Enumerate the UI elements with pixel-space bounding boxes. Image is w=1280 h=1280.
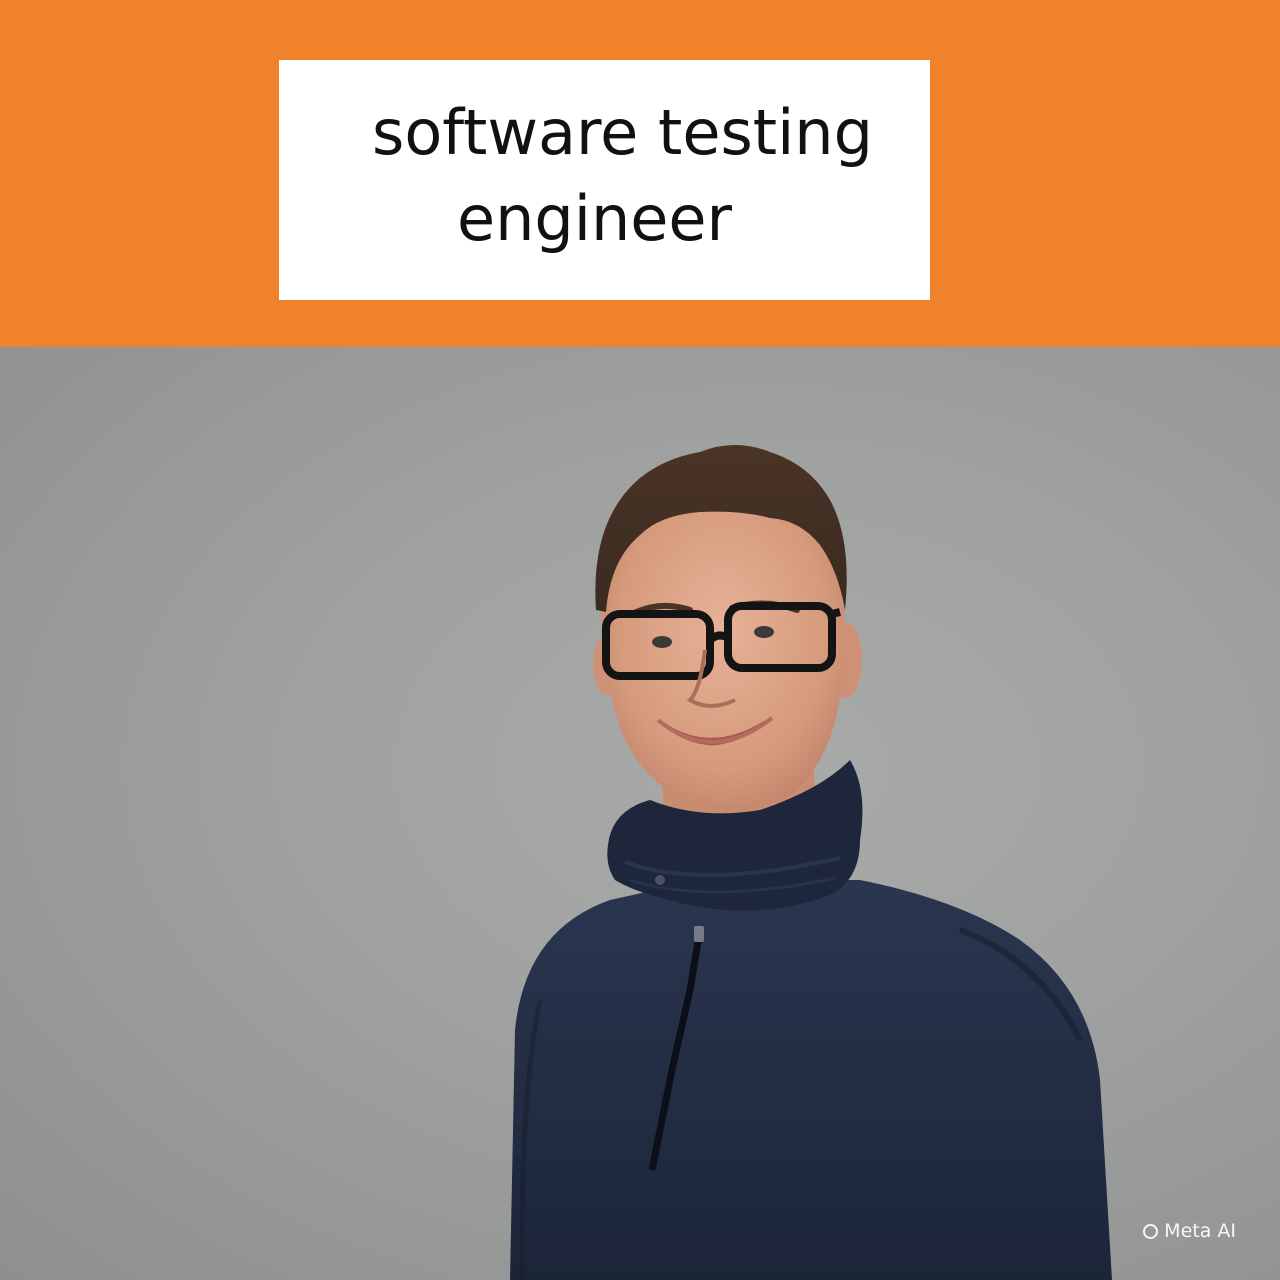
title-banner: software testing engineer	[0, 0, 1280, 347]
title-card: software testing engineer	[279, 60, 930, 300]
title-line-1: software testing	[372, 96, 873, 169]
watermark-label: Meta AI	[1164, 1220, 1236, 1242]
title-line-2: engineer	[456, 182, 733, 255]
poster: software testing engineer Meta AI	[0, 0, 1280, 1280]
person-illustration	[510, 445, 1112, 1280]
portrait-photo: Meta AI	[0, 347, 1280, 1280]
sweater	[510, 880, 1112, 1280]
meta-ai-watermark: Meta AI	[1143, 1220, 1236, 1242]
meta-ai-ring-icon	[1143, 1223, 1159, 1239]
